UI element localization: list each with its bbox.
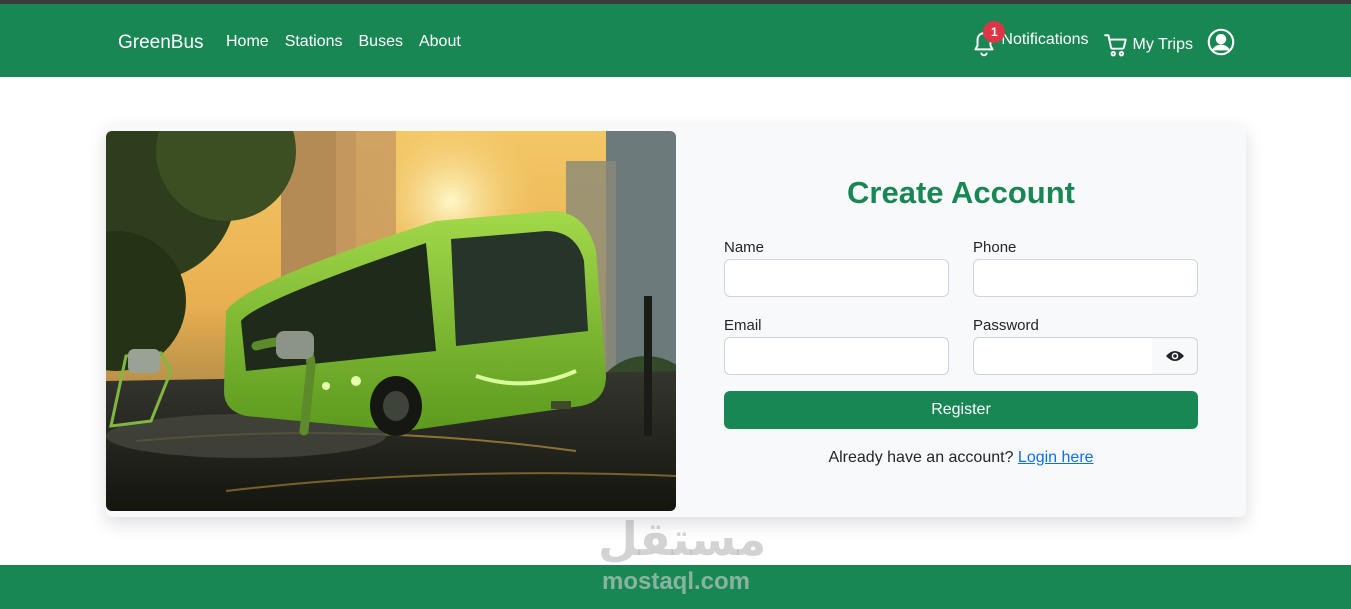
navbar: GreenBus Home Stations Buses About 1 Not…	[0, 4, 1351, 77]
name-label: Name	[724, 239, 765, 256]
nav-link-buses[interactable]: Buses	[359, 33, 403, 51]
watermark-latin: mostaql.com	[601, 568, 751, 595]
watermark-arabic: مستقل	[598, 512, 767, 566]
notifications-label: Notifications	[1001, 31, 1089, 48]
register-card: Create Account Name Phone Email Password…	[106, 125, 1246, 517]
phone-label: Phone	[973, 239, 1017, 256]
login-prompt-text: Already have an account?	[828, 449, 1014, 466]
right-nav: 1 Notifications My Trips	[971, 16, 1235, 68]
password-input[interactable]	[973, 337, 1153, 375]
eye-icon	[1165, 351, 1184, 361]
cart-icon	[1103, 34, 1127, 57]
notifications-link[interactable]: 1 Notifications	[971, 21, 1089, 58]
name-input[interactable]	[724, 259, 949, 297]
bus-illustration	[106, 131, 676, 511]
hero-image-electric-bus	[106, 131, 676, 511]
my-trips-link[interactable]: My Trips	[1103, 32, 1193, 58]
nav-link-about[interactable]: About	[419, 33, 461, 51]
email-input[interactable]	[724, 337, 949, 375]
create-account-title: Create Account	[847, 175, 1075, 210]
login-prompt-row: Already have an account? Login here	[724, 449, 1198, 467]
nav-links: Home Stations Buses About	[226, 33, 461, 51]
register-button[interactable]: Register	[724, 391, 1198, 429]
brand-logo[interactable]: GreenBus	[118, 32, 204, 54]
login-here-link[interactable]: Login here	[1018, 449, 1094, 466]
my-trips-label: My Trips	[1132, 36, 1193, 53]
user-circle-icon[interactable]	[1207, 28, 1235, 56]
email-label: Email	[724, 317, 762, 334]
phone-input[interactable]	[973, 259, 1198, 297]
toggle-password-visibility-button[interactable]	[1152, 337, 1198, 375]
nav-link-stations[interactable]: Stations	[285, 33, 343, 51]
nav-link-home[interactable]: Home	[226, 33, 269, 51]
password-label: Password	[973, 317, 1039, 334]
